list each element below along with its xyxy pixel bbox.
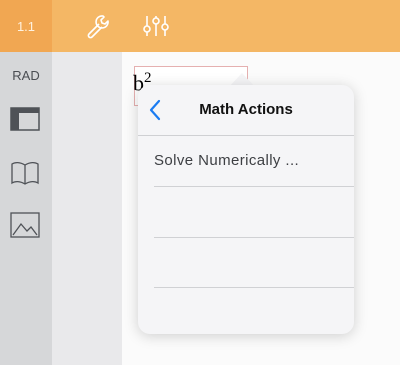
menu-item-solve-numerically[interactable]: Solve Numerically ... — [154, 136, 354, 187]
popover-title: Math Actions — [199, 101, 293, 118]
image-icon[interactable] — [10, 212, 40, 238]
wrench-icon[interactable] — [84, 12, 112, 40]
angle-mode-indicator[interactable]: RAD — [0, 68, 52, 83]
menu-item[interactable] — [154, 187, 354, 238]
left-sidebar — [0, 52, 52, 365]
panel-layout-icon[interactable] — [10, 107, 40, 131]
sliders-icon[interactable] — [142, 12, 170, 40]
page-tab-label: 1.1 — [16, 18, 36, 34]
page-tab[interactable]: 1.1 — [0, 0, 52, 52]
math-actions-popover: Math Actions Solve Numerically ... — [138, 85, 354, 334]
book-icon[interactable] — [10, 160, 40, 186]
menu-item[interactable] — [154, 237, 354, 288]
popover-header: Math Actions — [138, 85, 354, 136]
top-toolbar — [0, 0, 400, 52]
